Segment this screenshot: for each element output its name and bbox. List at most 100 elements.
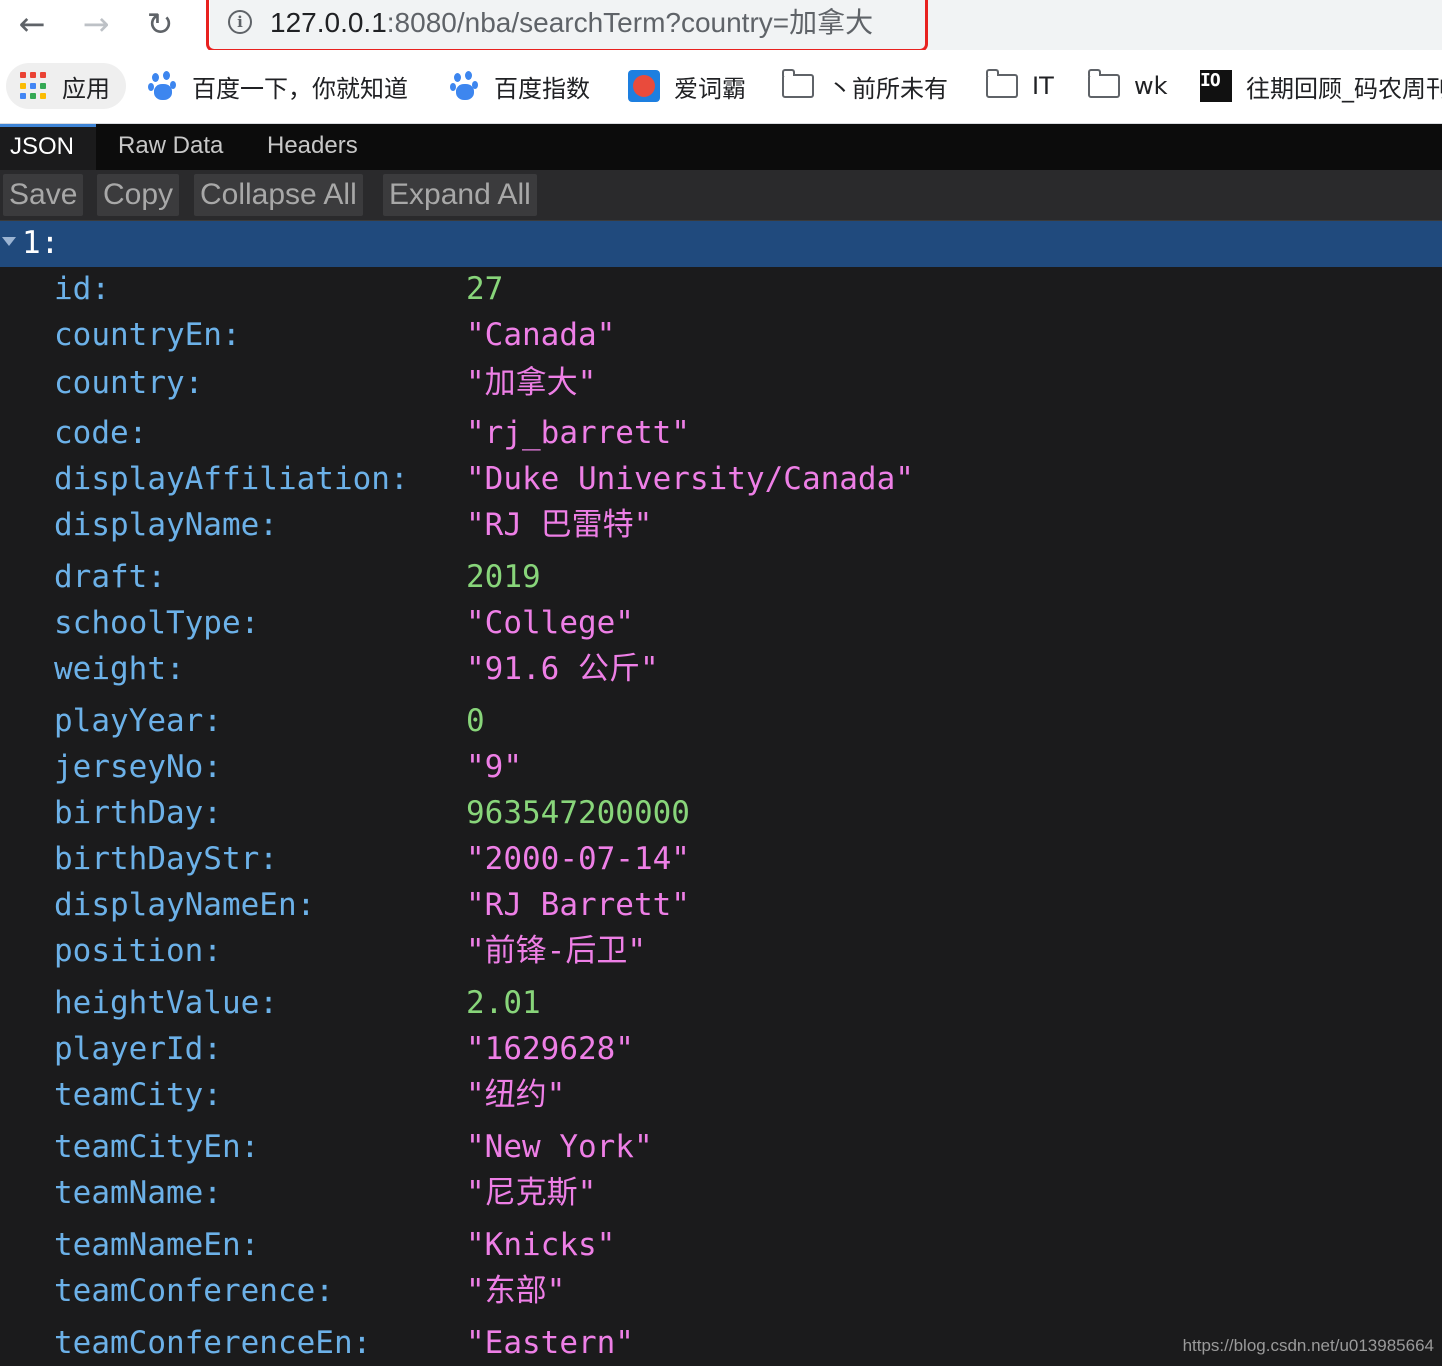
json-key: teamCity: — [54, 1077, 222, 1113]
json-key: playerId: — [54, 1031, 222, 1067]
url-path: :8080/nba/searchTerm?country=加拿大 — [386, 7, 874, 38]
json-value: "91.6 公斤" — [466, 651, 659, 687]
json-value: "Duke University/Canada" — [466, 461, 914, 497]
reload-icon[interactable]: ↻ — [138, 2, 182, 46]
json-entry-row: heightValue: 2.01 — [0, 980, 1442, 1026]
json-key: displayName: — [54, 507, 278, 543]
bookmark-label: IT — [1032, 72, 1054, 100]
json-value: "rj_barrett" — [466, 415, 690, 451]
json-key: teamNameEn: — [54, 1227, 260, 1263]
json-value: "加拿大" — [466, 365, 597, 401]
json-root-row[interactable]: 1: — [0, 221, 1442, 267]
json-key: weight: — [54, 651, 185, 687]
iciba-icon — [628, 70, 660, 102]
json-value: "9" — [466, 749, 522, 785]
json-key: country: — [54, 365, 204, 401]
json-key: jerseyNo: — [54, 749, 222, 785]
bookmark-folder-it[interactable]: IT — [985, 63, 1054, 109]
json-key: teamCityEn: — [54, 1129, 260, 1165]
bookmark-manong-weekly[interactable]: IO 往期回顾_码农周刊 — [1200, 63, 1442, 109]
tab-json[interactable]: JSON — [0, 124, 96, 170]
bookmark-baidu-index[interactable]: 百度指数 — [450, 63, 590, 109]
json-key: schoolType: — [54, 605, 260, 641]
folder-icon — [781, 69, 814, 98]
json-root-key: 1: — [22, 225, 60, 261]
baidu-paw-icon — [148, 71, 178, 101]
json-entry-row: draft: 2019 — [0, 554, 1442, 600]
json-entry-row: jerseyNo: "9" — [0, 744, 1442, 790]
bookmarks-bar: 应用 百度一下，你就知道 百度指数 爱词霸 丶前所未有 IT wk IO 往期回… — [0, 50, 1442, 124]
bookmark-label: 百度一下，你就知道 — [192, 74, 408, 103]
json-entry-row: teamCity: "纽约" — [0, 1072, 1442, 1118]
json-key: playYear: — [54, 703, 222, 739]
json-value: "1629628" — [466, 1031, 634, 1067]
bookmark-folder-qiansuoweiyou[interactable]: 丶前所未有 — [781, 63, 948, 109]
save-button[interactable]: Save — [3, 174, 84, 216]
json-entry-row: birthDay: 963547200000 — [0, 790, 1442, 836]
json-value: "College" — [466, 605, 634, 641]
json-key: position: — [54, 933, 222, 969]
json-value: "RJ Barrett" — [466, 887, 690, 923]
json-key: countryEn: — [54, 317, 241, 353]
expand-all-button[interactable]: Expand All — [383, 174, 537, 216]
bookmark-label: wk — [1134, 72, 1168, 100]
json-entry-row: teamConference: "东部" — [0, 1268, 1442, 1314]
json-key: displayNameEn: — [54, 887, 316, 923]
json-key: draft: — [54, 559, 166, 595]
bookmark-label: 丶前所未有 — [828, 74, 948, 103]
json-key: id: — [54, 271, 110, 307]
tab-raw-data[interactable]: Raw Data — [108, 124, 233, 170]
url-host: 127.0.0.1 — [270, 7, 387, 38]
json-value: "RJ 巴雷特" — [466, 507, 653, 543]
bookmark-folder-wk[interactable]: wk — [1087, 63, 1168, 109]
json-value: 2019 — [466, 559, 541, 595]
json-entry-row: position: "前锋-后卫" — [0, 928, 1442, 974]
folder-icon — [1087, 69, 1120, 98]
json-entry-row: teamCityEn: "New York" — [0, 1124, 1442, 1170]
bookmark-apps[interactable]: 应用 — [6, 63, 126, 109]
browser-toolbar: ← → ↻ i 127.0.0.1:8080/nba/searchTerm?co… — [0, 0, 1442, 52]
json-entry-row: id: 27 — [0, 266, 1442, 312]
json-value: "2000-07-14" — [466, 841, 690, 877]
url-text[interactable]: 127.0.0.1:8080/nba/searchTerm?country=加拿… — [270, 4, 873, 44]
io-logo-icon: IO — [1200, 70, 1232, 102]
json-entry-row: playerId: "1629628" — [0, 1026, 1442, 1072]
json-key: teamName: — [54, 1175, 222, 1211]
json-value: "Knicks" — [466, 1227, 616, 1263]
bookmark-baidu[interactable]: 百度一下，你就知道 — [148, 63, 408, 109]
json-key: code: — [54, 415, 148, 451]
json-value: "尼克斯" — [466, 1175, 597, 1211]
site-info-icon[interactable]: i — [228, 10, 252, 34]
tab-headers[interactable]: Headers — [257, 124, 368, 170]
json-tree: 1: id: 27 countryEn: "Canada" country: "加拿大" c… — [0, 221, 1442, 1366]
json-value: "Canada" — [466, 317, 616, 353]
viewer-tabs: JSON Raw Data Headers — [0, 124, 1442, 170]
json-value: 27 — [466, 271, 504, 307]
forward-arrow-icon[interactable]: → — [74, 2, 118, 46]
apps-grid-icon — [20, 72, 48, 100]
json-key: heightValue: — [54, 985, 278, 1021]
json-key: teamConferenceEn: — [54, 1325, 372, 1361]
json-key: birthDay: — [54, 795, 222, 831]
json-value: "前锋-后卫" — [466, 933, 646, 969]
json-entry-row: weight: "91.6 公斤" — [0, 646, 1442, 692]
json-entry-row: playYear: 0 — [0, 698, 1442, 744]
json-value: 2.01 — [466, 985, 541, 1021]
json-value: 963547200000 — [466, 795, 690, 831]
json-key: birthDayStr: — [54, 841, 278, 877]
json-entry-row: countryEn: "Canada" — [0, 312, 1442, 358]
bookmark-iciba[interactable]: 爱词霸 — [628, 63, 746, 109]
json-key: teamConference: — [54, 1273, 334, 1309]
back-arrow-icon[interactable]: ← — [10, 2, 54, 46]
baidu-paw-icon — [450, 71, 480, 101]
collapse-triangle-icon[interactable] — [2, 237, 16, 246]
json-value: "纽约" — [466, 1077, 566, 1113]
json-entry-row: teamNameEn: "Knicks" — [0, 1222, 1442, 1268]
copy-button[interactable]: Copy — [97, 174, 180, 216]
json-value: "Eastern" — [466, 1325, 634, 1361]
bookmark-label: 百度指数 — [494, 74, 590, 103]
folder-icon — [985, 69, 1018, 98]
json-value: 0 — [466, 703, 485, 739]
collapse-all-button[interactable]: Collapse All — [194, 174, 363, 216]
json-key: displayAffiliation: — [54, 461, 409, 497]
